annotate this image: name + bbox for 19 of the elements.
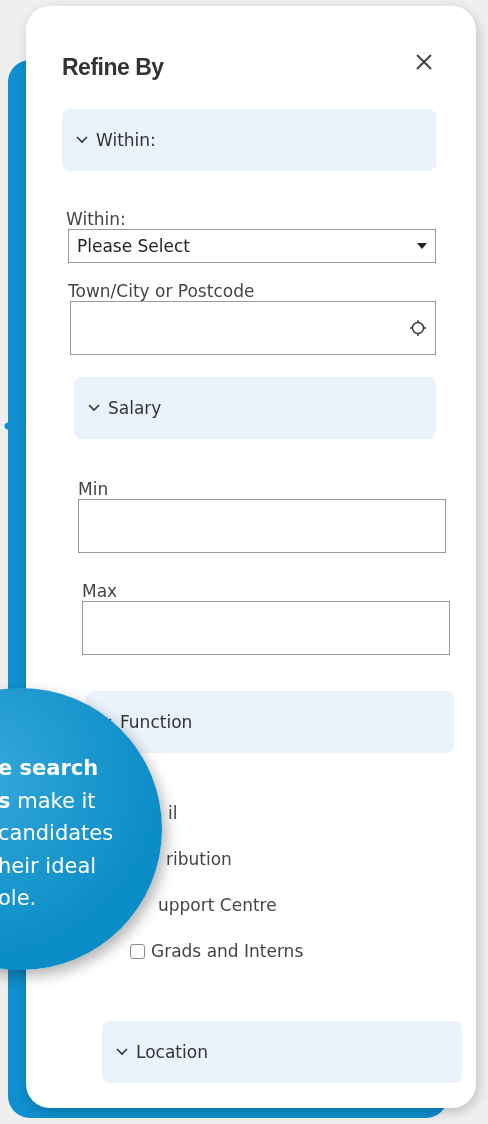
field-label: Town/City or Postcode <box>68 281 256 301</box>
location-input[interactable] <box>70 301 436 355</box>
max-salary-input[interactable] <box>82 601 450 655</box>
section-header[interactable]: Function <box>86 691 454 753</box>
field-label: Min <box>78 479 110 499</box>
field-label: Within: <box>66 209 127 229</box>
option-label: ribution <box>166 849 232 869</box>
section-header[interactable]: Location <box>102 1021 462 1083</box>
location-target-icon[interactable] <box>409 319 427 337</box>
min-salary-input[interactable] <box>78 499 446 553</box>
option-label: il <box>168 803 178 823</box>
checkbox-label: Grads and Interns <box>151 941 304 961</box>
section-header[interactable]: Salary <box>74 377 436 439</box>
dropdown-arrow-icon <box>417 243 427 249</box>
field-label: Max <box>82 581 119 601</box>
option-label: upport Centre <box>158 895 277 915</box>
section-header[interactable]: Within: <box>62 109 436 171</box>
within-select[interactable]: Please Select <box>68 229 436 263</box>
panel-title: Refine By <box>62 54 164 81</box>
